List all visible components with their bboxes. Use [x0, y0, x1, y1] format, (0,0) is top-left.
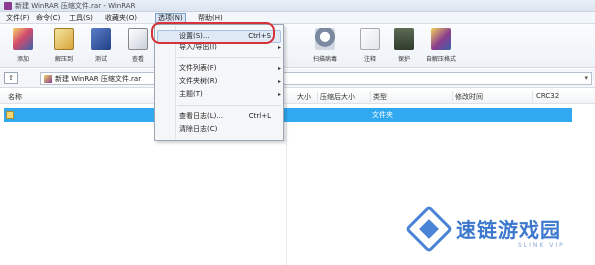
menu-commands[interactable]: 命令(C)	[34, 13, 62, 23]
watermark-text: 速链游戏园	[456, 218, 561, 242]
menu-item-clear-log[interactable]: 清除日志(C)	[179, 124, 283, 135]
column-divider	[452, 91, 453, 102]
toolbar: 添加 解压到 测试 查看 扫描病毒 注释 保护 自解压格式	[0, 24, 595, 68]
menu-item-label: 清除日志(C)	[179, 125, 218, 133]
submenu-arrow-icon: ▸	[277, 65, 281, 72]
watermark: 速链游戏园 SLINK VIP	[400, 204, 590, 260]
test-icon	[91, 28, 111, 50]
archive-icon	[44, 75, 52, 83]
menu-item-label: 文件列表(F)	[179, 64, 217, 72]
add-icon	[13, 28, 33, 50]
up-folder-button[interactable]: ⇧	[4, 72, 18, 84]
submenu-arrow-icon: ▸	[277, 91, 281, 98]
comment-icon	[360, 28, 380, 50]
menu-item-theme[interactable]: 主题(T) ▸	[179, 89, 283, 100]
sfx-label: 自解压格式	[425, 56, 456, 63]
menu-bar: 文件(F) 命令(C) 工具(S) 收藏夹(O) 选项(N) 帮助(H)	[0, 12, 595, 24]
sfx-icon	[431, 28, 451, 50]
comment-button[interactable]: 注释	[355, 27, 385, 65]
test-button[interactable]: 测试	[86, 27, 116, 65]
menu-item-label: 主题(T)	[179, 90, 203, 98]
extract-icon	[54, 28, 74, 50]
menu-item-file-list[interactable]: 文件列表(F) ▸	[179, 63, 283, 74]
menu-separator	[177, 57, 281, 58]
view-button[interactable]: 查看	[123, 27, 153, 65]
winrar-app-icon	[4, 2, 12, 10]
menu-item-label: 文件夹树(R)	[179, 77, 218, 85]
submenu-arrow-icon: ▸	[277, 78, 281, 85]
view-icon	[128, 28, 148, 50]
table-row[interactable]: 文件夹	[4, 108, 572, 122]
address-bar: ⇧ 新建 WinRAR 压缩文件.rar ▾	[0, 69, 595, 88]
row-type: 文件夹	[372, 111, 393, 119]
column-divider	[317, 91, 318, 102]
protect-button[interactable]: 保护	[389, 27, 419, 65]
column-type[interactable]: 类型	[373, 92, 387, 102]
column-modified[interactable]: 修改时间	[455, 92, 483, 102]
sfx-button[interactable]: 自解压格式	[426, 27, 456, 65]
add-button[interactable]: 添加	[8, 27, 38, 65]
column-name[interactable]: 名称	[8, 92, 22, 102]
test-label: 测试	[94, 56, 107, 63]
view-label: 查看	[131, 56, 144, 63]
menu-item-folder-tree[interactable]: 文件夹树(R) ▸	[179, 76, 283, 87]
column-packed[interactable]: 压缩后大小	[320, 92, 355, 102]
menu-item-shortcut: Ctrl+L	[248, 112, 271, 120]
comment-label: 注释	[363, 56, 376, 63]
archive-path: 新建 WinRAR 压缩文件.rar	[55, 75, 142, 83]
column-divider	[370, 91, 371, 102]
menu-item-label: 导入/导出(I)	[179, 43, 217, 51]
extract-label: 解压到	[54, 56, 73, 63]
highlight-circle-annotation	[151, 22, 275, 44]
folder-icon	[6, 111, 14, 119]
watermark-subtext: SLINK VIP	[518, 242, 565, 249]
scan-label: 扫描病毒	[312, 56, 337, 63]
scan-icon	[315, 28, 335, 50]
extract-to-button[interactable]: 解压到	[49, 27, 79, 65]
column-header-row: 名称 大小 压缩后大小 类型 修改时间 CRC32	[0, 89, 595, 104]
submenu-arrow-icon: ▸	[277, 44, 281, 51]
title-bar: 新建 WinRAR 压缩文件.rar - WinRAR	[0, 0, 595, 12]
column-size[interactable]: 大小	[297, 92, 311, 102]
menu-file[interactable]: 文件(F)	[4, 13, 32, 23]
scan-virus-button[interactable]: 扫描病毒	[310, 27, 340, 65]
menu-item-view-log[interactable]: 查看日志(L)... Ctrl+L	[179, 111, 283, 122]
column-divider	[532, 91, 533, 102]
menu-separator	[177, 105, 281, 106]
protect-icon	[394, 28, 414, 50]
menu-tools[interactable]: 工具(S)	[67, 13, 95, 23]
path-dropdown-icon[interactable]: ▾	[584, 74, 588, 82]
path-box[interactable]: 新建 WinRAR 压缩文件.rar ▾	[40, 72, 592, 85]
pane-divider	[286, 104, 287, 265]
menu-favorites[interactable]: 收藏夹(O)	[103, 13, 139, 23]
window-title: 新建 WinRAR 压缩文件.rar - WinRAR	[15, 2, 136, 10]
add-label: 添加	[16, 56, 29, 63]
column-crc[interactable]: CRC32	[536, 92, 559, 100]
protect-label: 保护	[397, 56, 410, 63]
menu-item-label: 查看日志(L)...	[179, 112, 224, 120]
